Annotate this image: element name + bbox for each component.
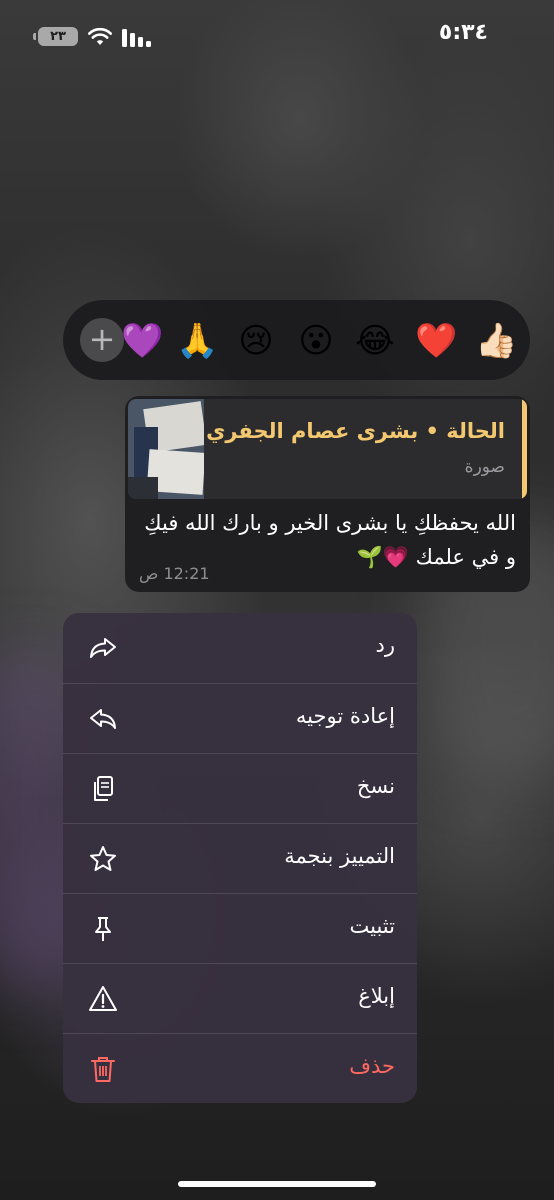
message-bubble[interactable]: الحالة • بشرى عصام الجفري صورة الله يحفظ… xyxy=(125,396,530,592)
reaction-bar: + 💜 🙏 😢 😮 😂 ❤️ 👍🏻 xyxy=(63,300,530,380)
add-reaction-button[interactable]: + xyxy=(80,318,124,362)
warning-icon xyxy=(89,986,117,1011)
menu-item-label: التمييز بنجمة xyxy=(284,844,395,868)
pin-icon xyxy=(95,917,111,941)
message-context-menu: رد إعادة توجيه نسخ التمييز بنجمة تثبيت إ… xyxy=(63,613,417,1103)
status-bar: ٢٣ ٥:٣٤ xyxy=(0,0,554,76)
menu-item-label: حذف xyxy=(349,1054,395,1078)
menu-item-label: إعادة توجيه xyxy=(295,704,395,728)
crying-face-reaction[interactable]: 😢 xyxy=(235,320,277,362)
reply-subtitle: صورة xyxy=(464,457,505,477)
laughing-face-reaction[interactable]: 😂 xyxy=(354,320,396,362)
menu-item-report[interactable]: إبلاغ xyxy=(63,963,417,1034)
menu-item-label: رد xyxy=(375,633,396,657)
clock-time: ٥:٣٤ xyxy=(438,20,488,45)
wifi-icon xyxy=(88,27,112,45)
folded-hands-reaction[interactable]: 🙏 xyxy=(176,320,218,362)
purple-heart-reaction[interactable]: 💜 xyxy=(121,320,163,362)
home-indicator[interactable] xyxy=(178,1181,376,1187)
menu-item-label: نسخ xyxy=(356,774,395,798)
reply-icon xyxy=(90,638,116,658)
star-icon xyxy=(90,846,116,871)
menu-item-star[interactable]: التمييز بنجمة xyxy=(63,823,417,894)
battery-tip xyxy=(33,33,36,40)
menu-item-label: تثبيت xyxy=(349,914,395,938)
menu-item-copy[interactable]: نسخ xyxy=(63,753,417,824)
menu-item-forward[interactable]: إعادة توجيه xyxy=(63,683,417,754)
reply-accent-bar xyxy=(522,399,527,499)
cellular-signal-icon xyxy=(122,29,151,47)
red-heart-reaction[interactable]: ❤️ xyxy=(415,320,457,362)
surprised-face-reaction[interactable]: 😮 xyxy=(295,320,337,362)
reply-image-thumbnail xyxy=(128,399,204,499)
reply-title: الحالة • بشرى عصام الجفري xyxy=(206,419,505,443)
message-timestamp: 12:21 ص xyxy=(139,564,210,583)
battery-indicator: ٢٣ xyxy=(38,27,78,46)
menu-item-reply[interactable]: رد xyxy=(63,613,417,683)
forward-icon xyxy=(90,709,116,729)
status-reply-preview[interactable]: الحالة • بشرى عصام الجفري صورة xyxy=(128,399,527,499)
copy-icon xyxy=(94,776,113,801)
thumbs-up-reaction[interactable]: 👍🏻 xyxy=(475,320,517,362)
menu-item-delete[interactable]: حذف xyxy=(63,1033,417,1103)
menu-item-pin[interactable]: تثبيت xyxy=(63,893,417,964)
trash-icon xyxy=(91,1057,115,1082)
menu-item-label: إبلاغ xyxy=(358,984,395,1008)
